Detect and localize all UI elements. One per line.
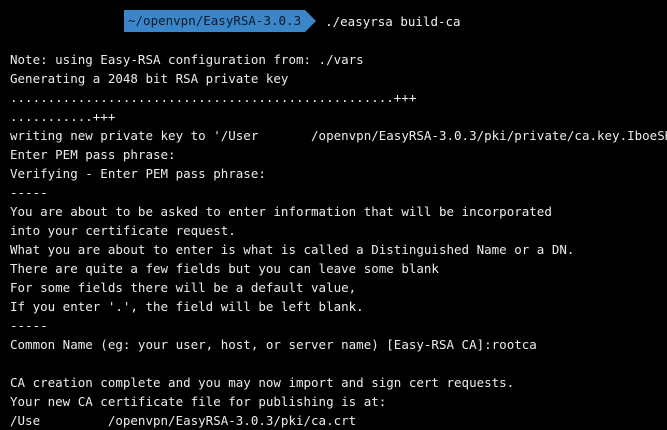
terminal-output: Note: using Easy-RSA configuration from:…: [10, 50, 667, 430]
output-line: Common Name (eg: your user, host, or ser…: [10, 337, 537, 352]
output-line: writing new private key to '/User /openv…: [10, 128, 667, 143]
output-line: What you are about to enter is what is c…: [10, 242, 575, 257]
terminal-window[interactable]: ~/openvpn/EasyRSA-3.0.3 ./easyrsa build-…: [0, 0, 667, 428]
output-line: [10, 354, 667, 373]
prompt-command: ./easyrsa build-ca: [325, 13, 461, 29]
output-line: Enter PEM pass phrase:: [10, 147, 176, 162]
output-line: There are quite a few fields but you can…: [10, 261, 439, 276]
output-line: For some fields there will be a default …: [10, 280, 357, 295]
output-line: You are about to be asked to enter infor…: [10, 204, 552, 219]
output-line: Verifying - Enter PEM pass phrase:: [10, 166, 266, 181]
output-line: CA creation complete and you may now imp…: [10, 375, 515, 390]
output-line: If you enter '.', the field will be left…: [10, 299, 364, 314]
output-line: ...........+++: [10, 109, 116, 124]
output-line: Note: using Easy-RSA configuration from:…: [10, 52, 364, 67]
output-line: ........................................…: [10, 90, 417, 105]
output-line: Your new CA certificate file for publish…: [10, 394, 387, 409]
shell-prompt: ~/openvpn/EasyRSA-3.0.3 ./easyrsa build-…: [0, 10, 461, 32]
output-line: -----: [10, 318, 48, 333]
output-line: /Use /openvpn/EasyRSA-3.0.3/pki/ca.crt: [10, 413, 357, 428]
prompt-path-segment: ~/openvpn/EasyRSA-3.0.3: [124, 10, 317, 32]
output-line: Generating a 2048 bit RSA private key: [10, 71, 289, 86]
output-line: -----: [10, 185, 48, 200]
output-line: into your certificate request.: [10, 223, 236, 238]
